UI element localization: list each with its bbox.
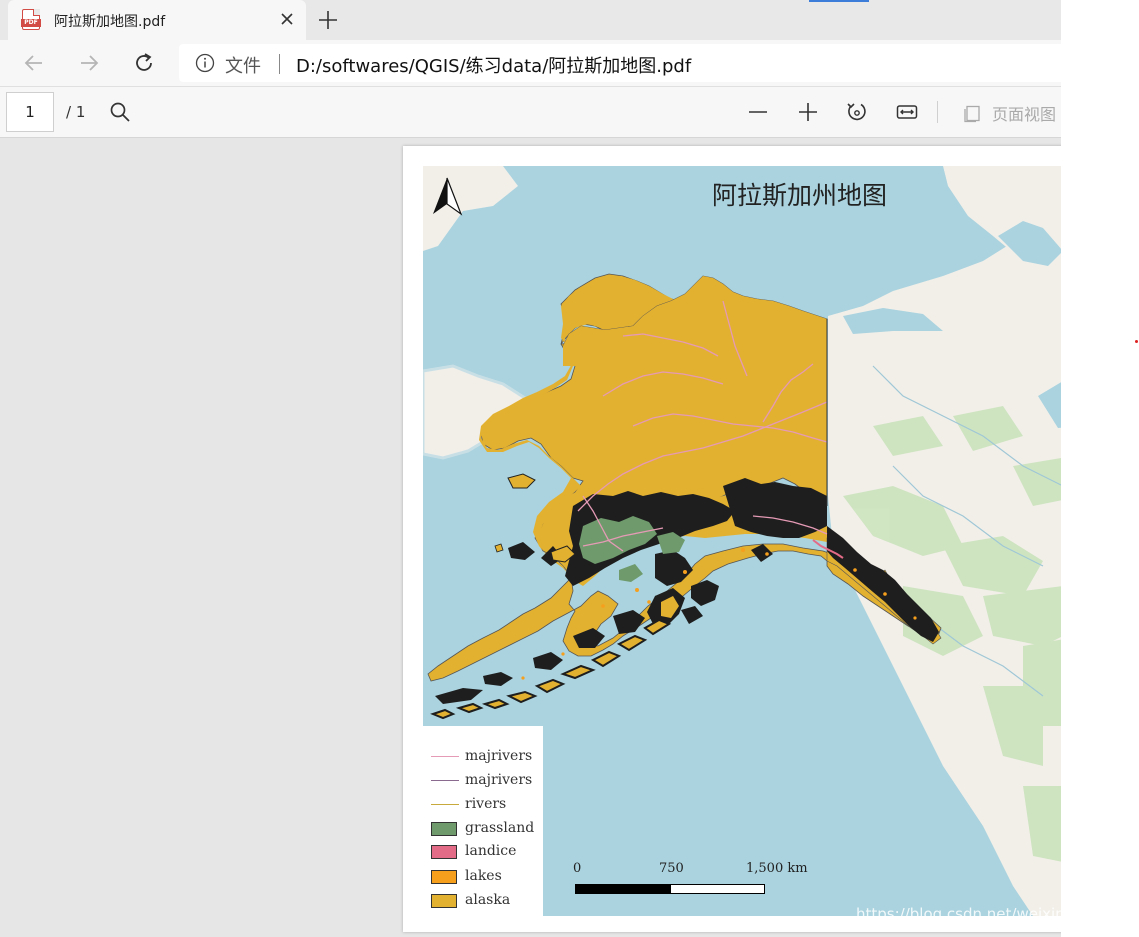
zoom-out-icon[interactable] — [746, 100, 770, 124]
zoom-in-icon[interactable] — [796, 100, 820, 124]
rotate-icon[interactable] — [845, 100, 869, 124]
scale-bar-graphic — [575, 884, 765, 894]
legend-item: lakes — [431, 868, 543, 886]
legend-item: grassland — [431, 820, 543, 838]
tab-title: 阿拉斯加地图.pdf — [54, 14, 166, 30]
legend-fill-symbol — [431, 894, 457, 908]
refresh-icon[interactable] — [132, 51, 156, 75]
tab-active[interactable]: PDF 阿拉斯加地图.pdf — [8, 0, 306, 40]
toolbar-divider — [937, 101, 938, 123]
page-view-icon — [964, 105, 980, 123]
page-total: / 1 — [66, 103, 86, 121]
url-text[interactable]: D:/softwares/QGIS/练习data/阿拉斯加地图.pdf — [296, 52, 691, 78]
legend-label: majrivers — [465, 772, 533, 788]
search-icon[interactable] — [108, 100, 132, 124]
legend-item: majrivers — [431, 772, 543, 790]
legend-fill-symbol — [431, 822, 457, 836]
legend-fill-symbol — [431, 870, 457, 884]
pdf-icon: PDF — [21, 9, 41, 30]
legend-label: majrivers — [465, 748, 533, 764]
pdf-toolbar: 1 / 1 页面视图 — [0, 86, 1061, 138]
tab-strip: PDF 阿拉斯加地图.pdf — [0, 0, 1061, 40]
navigation-bar: 文件 D:/softwares/QGIS/练习data/阿拉斯加地图.pdf — [0, 40, 1061, 86]
back-icon[interactable] — [22, 51, 46, 75]
close-icon[interactable] — [276, 8, 298, 30]
scale-bar: 0 750 1,500 km — [573, 856, 833, 901]
legend-fill-symbol — [431, 845, 457, 859]
address-bar[interactable]: 文件 D:/softwares/QGIS/练习data/阿拉斯加地图.pdf — [179, 44, 1061, 82]
legend-line-symbol — [431, 780, 459, 781]
legend-item: rivers — [431, 796, 543, 814]
scale-bar-segment — [576, 885, 671, 893]
island-pribilof — [494, 543, 504, 553]
map-title: 阿拉斯加州地图 — [712, 181, 888, 210]
fit-width-icon[interactable] — [895, 100, 919, 124]
browser-window: PDF 阿拉斯加地图.pdf 文件 D:/softwares/QGIS/练习da… — [0, 0, 1061, 937]
legend-label: grassland — [465, 820, 535, 836]
security-label: 文件 — [225, 56, 261, 77]
red-dot — [1135, 340, 1138, 343]
page-view-button[interactable]: 页面视图 — [962, 101, 1056, 125]
page-number-input[interactable]: 1 — [6, 92, 54, 132]
divider — [279, 54, 280, 74]
legend-label: rivers — [465, 796, 507, 812]
forward-icon[interactable] — [77, 51, 101, 75]
legend-item: alaska — [431, 892, 543, 910]
tab-strip-accent — [809, 0, 869, 2]
info-icon[interactable] — [195, 53, 215, 73]
new-tab-icon[interactable] — [316, 8, 340, 32]
legend-item: majrivers — [431, 748, 543, 766]
legend-line-symbol — [431, 756, 459, 757]
map-frame: 阿拉斯加州地图 majrivers majrivers rivers grass… — [423, 166, 1061, 916]
scale-label: 750 — [659, 861, 684, 876]
legend-item: landice — [431, 843, 543, 861]
pdf-page: 阿拉斯加州地图 majrivers majrivers rivers grass… — [403, 146, 1061, 932]
scale-label: 0 — [573, 861, 582, 876]
legend-label: landice — [465, 843, 517, 859]
map-legend: majrivers majrivers rivers grassland lan… — [423, 726, 543, 916]
legend-label: alaska — [465, 892, 511, 908]
legend-line-symbol — [431, 804, 459, 805]
scale-label: 1,500 km — [746, 861, 808, 876]
watermark-text: https://blog.csdn.net/weixin_ — [856, 905, 1061, 923]
north-arrow-icon — [433, 177, 463, 216]
island-st-lawrence — [507, 473, 536, 489]
legend-label: lakes — [465, 868, 502, 884]
page-view-label: 页面视图 — [992, 105, 1057, 124]
